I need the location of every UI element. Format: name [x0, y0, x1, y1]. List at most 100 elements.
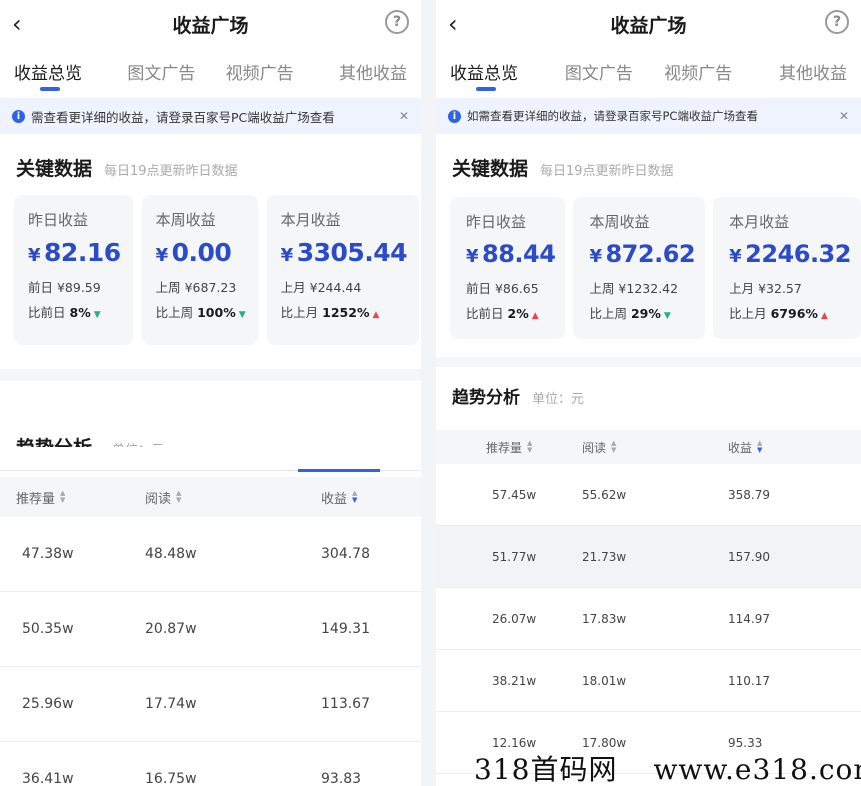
trend-down-icon: ▼ — [238, 310, 246, 320]
card-value: ¥82.16 — [28, 238, 121, 267]
cell-recommend: 57.45w — [492, 487, 537, 502]
cell-income: 358.79 — [728, 487, 770, 502]
help-question-icon[interactable]: ? — [385, 10, 409, 34]
tab-label: 视频广告 — [664, 63, 733, 84]
card-label: 本周收益 — [155, 211, 216, 229]
notice-text: 需查看更详细的收益，请登录百家号PC端收益广场查看 — [31, 109, 335, 125]
filter-bar — [0, 447, 421, 472]
left-screenshot: ‹ 收益广场 ? 收益总览 图文广告 视频广告 其他收益 i 需查看更详细的收益… — [0, 0, 421, 786]
section-subtitle: 每日19点更新昨日数据 — [540, 164, 674, 179]
stat-card-week[interactable]: 本周收益 ¥0.00 上周 ¥687.23 比上周 100% ▼ — [141, 195, 258, 345]
close-icon[interactable]: ✕ — [839, 109, 849, 123]
notice-banner: i 需查看更详细的收益，请登录百家号PC端收益广场查看 ✕ — [0, 98, 421, 134]
column-header-reads[interactable]: 阅读 ▲ ▼ — [145, 488, 321, 507]
card-amount: 82.16 — [44, 238, 121, 267]
card-previous: 上周 ¥1232.42 — [589, 281, 679, 296]
card-value: ¥872.62 — [589, 240, 695, 268]
stat-card-month[interactable]: 本月收益 ¥2246.32 上月 ¥32.57 比上月 6796% ▲ — [713, 197, 861, 339]
active-tab-underline — [476, 86, 496, 91]
watermark-site: www.e318.com — [653, 753, 861, 786]
table-row[interactable]: 36.41w 16.75w 93.83 — [0, 742, 421, 786]
table-row[interactable]: 57.45w 55.62w 358.79 — [436, 464, 861, 526]
compare-value: 29% — [630, 306, 661, 321]
back-chevron-icon[interactable]: ‹ — [12, 10, 22, 38]
cell-recommend: 51.77w — [492, 549, 537, 564]
column-header-recommend[interactable]: 推荐量 ▲ ▼ — [436, 439, 582, 456]
card-compare: 比前日 2% ▲ — [466, 303, 555, 322]
cell-income: 113.67 — [321, 696, 370, 712]
card-previous: 上月 ¥32.57 — [729, 281, 802, 296]
help-question-icon[interactable]: ? — [825, 10, 849, 34]
tab-video-ads[interactable]: 视频广告 — [649, 59, 748, 84]
tab-overview[interactable]: 收益总览 — [14, 59, 112, 91]
cell-reads: 20.87w — [145, 621, 197, 637]
card-previous: 前日 ¥89.59 — [28, 280, 101, 295]
tab-video-ads[interactable]: 视频广告 — [211, 59, 309, 84]
cell-income: 110.17 — [728, 673, 770, 688]
trend-down-icon: ▼ — [93, 310, 101, 320]
sort-icon: ▲ ▼ — [176, 489, 182, 504]
column-header-reads[interactable]: 阅读 ▲ ▼ — [582, 439, 728, 456]
column-header-income[interactable]: 收益 ▲ ▼ — [321, 488, 421, 507]
card-amount: 0.00 — [171, 238, 232, 267]
tab-overview[interactable]: 收益总览 — [450, 59, 549, 91]
trend-header: 趋势分析 单位：元 — [0, 407, 421, 447]
top-bar: ‹ 收益广场 ? — [0, 0, 421, 48]
tab-image-ads[interactable]: 图文广告 — [549, 59, 648, 84]
trend-up-icon: ▲ — [531, 311, 539, 321]
tab-label: 视频广告 — [225, 63, 294, 84]
cell-reads: 17.74w — [145, 696, 197, 712]
column-header-recommend[interactable]: 推荐量 ▲ ▼ — [0, 488, 145, 507]
stat-card-yesterday[interactable]: 昨日收益 ¥82.16 前日 ¥89.59 比前日 8% ▼ — [14, 195, 133, 345]
cell-reads: 17.83w — [582, 611, 627, 626]
card-compare: 比上月 6796% ▲ — [729, 303, 851, 322]
card-amount: 872.62 — [605, 240, 696, 268]
table-row[interactable]: 50.35w 20.87w 149.31 — [0, 592, 421, 667]
card-previous: 上月 ¥244.44 — [280, 280, 362, 295]
compare-value: 1252% — [322, 305, 370, 320]
compare-value: 8% — [69, 305, 91, 320]
section-subtitle: 单位：元 — [532, 392, 585, 407]
table-row[interactable]: 26.07w 17.83w 114.97 — [436, 588, 861, 650]
section-title: 关键数据 — [16, 158, 93, 180]
card-amount: 88.44 — [482, 240, 556, 268]
trend-header: 趋势分析 单位：元 — [436, 383, 861, 408]
section-title: 趋势分析 — [452, 388, 520, 408]
back-chevron-icon[interactable]: ‹ — [448, 10, 458, 38]
cell-reads: 16.75w — [145, 771, 197, 786]
compare-label: 比上周 — [589, 306, 627, 321]
column-label: 收益 — [728, 440, 753, 455]
trend-up-icon: ▲ — [820, 311, 828, 321]
column-label: 推荐量 — [486, 440, 523, 455]
trend-up-icon: ▲ — [372, 310, 380, 320]
tab-label: 其他收益 — [779, 63, 847, 84]
tab-other-income[interactable]: 其他收益 — [748, 59, 847, 84]
table-row[interactable]: 51.77w 21.73w 157.90 — [436, 526, 861, 588]
active-filter-indicator[interactable] — [298, 469, 380, 472]
card-label: 昨日收益 — [466, 213, 527, 231]
tab-bar: 收益总览 图文广告 视频广告 其他收益 — [436, 48, 861, 94]
tab-label: 收益总览 — [14, 63, 82, 84]
tab-other-income[interactable]: 其他收益 — [309, 59, 407, 84]
table-row[interactable]: 38.21w 18.01w 110.17 — [436, 650, 861, 712]
stat-card-yesterday[interactable]: 昨日收益 ¥88.44 前日 ¥86.65 比前日 2% ▲ — [450, 197, 566, 339]
column-label: 阅读 — [145, 491, 172, 507]
stat-card-week[interactable]: 本周收益 ¥872.62 上周 ¥1232.42 比上周 29% ▼ — [573, 197, 706, 339]
column-label: 推荐量 — [16, 491, 56, 507]
table-row[interactable]: 25.96w 17.74w 113.67 — [0, 667, 421, 742]
table-row[interactable]: 47.38w 48.48w 304.78 — [0, 517, 421, 592]
cell-income: 304.78 — [321, 546, 370, 562]
card-value: ¥0.00 — [156, 238, 246, 267]
cell-recommend: 36.41w — [22, 771, 74, 786]
currency-symbol: ¥ — [280, 245, 294, 266]
stat-card-month[interactable]: 本月收益 ¥3305.44 上月 ¥244.44 比上月 1252% ▲ — [266, 195, 420, 345]
currency-symbol: ¥ — [729, 246, 742, 267]
cell-recommend: 50.35w — [22, 621, 74, 637]
column-header-income[interactable]: 收益 ▲ ▼ — [728, 439, 861, 456]
tab-label: 图文广告 — [127, 63, 196, 84]
tab-image-ads[interactable]: 图文广告 — [112, 59, 210, 84]
card-amount: 3305.44 — [296, 238, 408, 267]
close-icon[interactable]: ✕ — [399, 109, 409, 123]
right-screenshot: ‹ 收益广场 ? 收益总览 图文广告 视频广告 其他收益 i 如需查看更详细的收… — [436, 0, 861, 786]
card-value: ¥3305.44 — [280, 238, 408, 267]
